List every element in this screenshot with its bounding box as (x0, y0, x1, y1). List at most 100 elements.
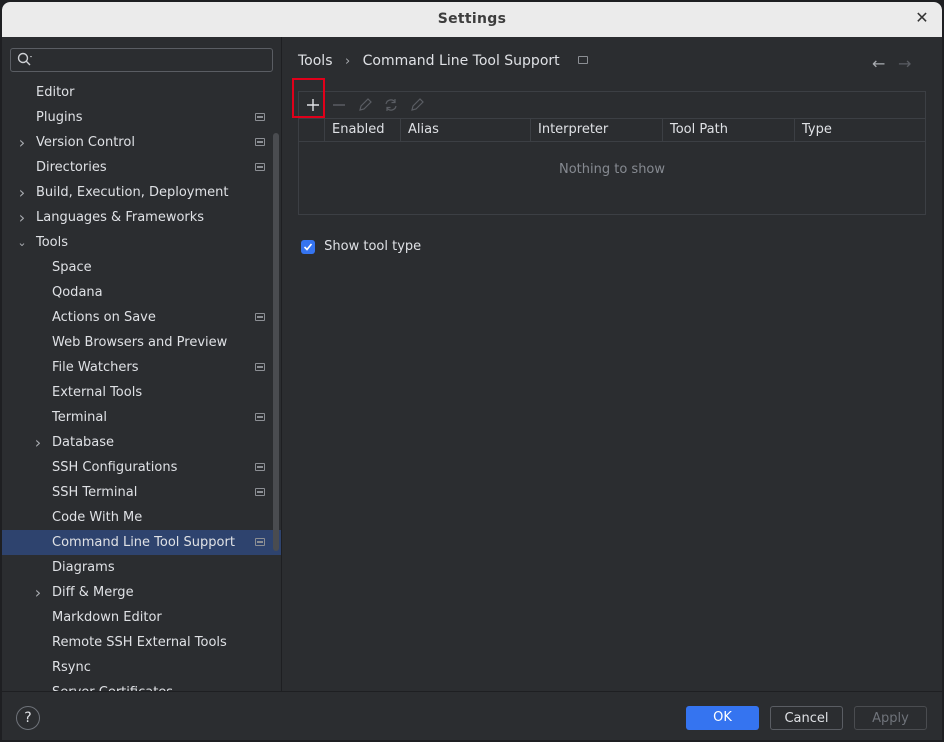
empty-table-text: Nothing to show (558, 162, 666, 177)
sidebar-item[interactable]: Qodana (2, 280, 281, 305)
sidebar-item[interactable]: Actions on Save (2, 305, 281, 330)
dialog-footer: ? OK Cancel Apply (2, 691, 942, 740)
table-header: Enabled Alias Interpreter Tool Path Type (299, 119, 925, 142)
sidebar-item[interactable]: SSH Configurations (2, 455, 281, 480)
window-title: Settings (437, 11, 507, 27)
close-icon[interactable]: ✕ (914, 10, 930, 26)
pin-icon (255, 113, 265, 121)
sidebar-item-label: Rsync (52, 660, 91, 675)
apply-button[interactable]: Apply (854, 706, 927, 730)
highlight-box (292, 78, 325, 118)
sidebar-item[interactable]: › Build, Execution, Deployment (2, 180, 281, 205)
sidebar-item-label: Editor (36, 85, 75, 100)
pin-icon (255, 313, 265, 321)
sidebar-item-label: Code With Me (52, 510, 143, 525)
sidebar-item-label: Markdown Editor (52, 610, 162, 625)
sidebar-item[interactable]: Rsync (2, 655, 281, 680)
pin-icon (255, 138, 265, 146)
sidebar-item[interactable]: Command Line Tool Support (2, 530, 281, 555)
title-bar: Settings ✕ (2, 2, 942, 37)
sidebar-item[interactable]: Diagrams (2, 555, 281, 580)
column-alias[interactable]: Alias (400, 119, 530, 141)
cancel-button[interactable]: Cancel (770, 706, 843, 730)
checkmark-icon (303, 242, 313, 251)
chevron-right-icon[interactable]: › (32, 580, 44, 605)
ok-button[interactable]: OK (686, 706, 759, 730)
breadcrumb-separator: › (344, 53, 351, 69)
sidebar-item[interactable]: Web Browsers and Preview (2, 330, 281, 355)
sidebar-item-label: SSH Terminal (52, 485, 138, 500)
help-button[interactable]: ? (16, 706, 40, 730)
sidebar-item-label: Web Browsers and Preview (52, 335, 228, 350)
sidebar-item[interactable]: Editor (2, 80, 281, 105)
pin-icon (255, 163, 265, 171)
pin-icon (578, 56, 589, 64)
chevron-right-icon[interactable]: › (16, 180, 28, 205)
sidebar-item[interactable]: SSH Terminal (2, 480, 281, 505)
sidebar-item[interactable]: Space (2, 255, 281, 280)
sidebar-item-label: Terminal (52, 410, 107, 425)
sidebar-item-label: Actions on Save (52, 310, 156, 325)
settings-sidebar: Editor Plugins › Version Control Directories… (2, 37, 282, 691)
sidebar-item[interactable]: › Diff & Merge (2, 580, 281, 605)
chevron-right-icon[interactable]: › (16, 130, 28, 155)
show-tool-type-option[interactable]: Show tool type (301, 239, 421, 257)
sidebar-item[interactable]: Code With Me (2, 505, 281, 530)
sidebar-item-label: Database (52, 435, 115, 450)
sidebar-item[interactable]: Directories (2, 155, 281, 180)
refresh-icon[interactable] (381, 95, 401, 115)
sidebar-item[interactable]: Markdown Editor (2, 605, 281, 630)
sidebar-item[interactable]: › Languages & Frameworks (2, 205, 281, 230)
sidebar-item-label: Diff & Merge (52, 585, 134, 600)
settings-window: Settings ✕ Editor Plugins › Version Control… (2, 2, 942, 740)
sidebar-item[interactable]: Plugins (2, 105, 281, 130)
sidebar-item-label: Languages & Frameworks (36, 210, 205, 225)
sidebar-item[interactable]: › Version Control (2, 130, 281, 155)
column-type[interactable]: Type (794, 119, 925, 141)
sidebar-item[interactable]: Server Certificates (2, 680, 281, 691)
show-tool-type-label: Show tool type (324, 239, 422, 254)
sidebar-item-label: Space (52, 260, 92, 275)
search-input[interactable] (10, 48, 273, 72)
sidebar-item[interactable]: File Watchers (2, 355, 281, 380)
sidebar-item[interactable]: Remote SSH External Tools (2, 630, 281, 655)
table-toolbar (299, 92, 925, 119)
pin-icon (255, 463, 265, 471)
pin-icon (255, 538, 265, 546)
sidebar-item-label: Build, Execution, Deployment (36, 185, 229, 200)
sidebar-item-label: File Watchers (52, 360, 139, 375)
chevron-right-icon[interactable]: › (32, 430, 44, 455)
search-icon (17, 52, 32, 66)
column-enabled[interactable]: Enabled (324, 119, 400, 141)
breadcrumb-parent[interactable]: Tools (298, 53, 333, 69)
column-tool-path[interactable]: Tool Path (662, 119, 794, 141)
column-interpreter[interactable]: Interpreter (530, 119, 662, 141)
settings-content: Tools › Command Line Tool Support ← → En… (282, 37, 942, 691)
sidebar-item-label: Server Certificates (52, 680, 173, 691)
edit-alias-icon[interactable] (407, 95, 427, 115)
sidebar-item-label: Command Line Tool Support (52, 535, 235, 550)
breadcrumb: Tools › Command Line Tool Support (298, 53, 589, 69)
edit-icon[interactable] (355, 95, 375, 115)
sidebar-item-label: Directories (36, 160, 107, 175)
sidebar-item[interactable]: ⌄ Tools (2, 230, 281, 255)
sidebar-item-label: Tools (36, 235, 69, 250)
tools-table-panel: Enabled Alias Interpreter Tool Path Type… (298, 91, 926, 215)
chevron-down-icon[interactable]: ⌄ (16, 230, 28, 255)
pin-icon (255, 363, 265, 371)
sidebar-item[interactable]: External Tools (2, 380, 281, 405)
chevron-right-icon[interactable]: › (16, 205, 28, 230)
sidebar-item-label: Remote SSH External Tools (52, 635, 227, 650)
sidebar-item-label: Version Control (36, 135, 135, 150)
arrow-right-icon[interactable]: → (898, 54, 911, 73)
show-tool-type-checkbox[interactable] (301, 239, 315, 254)
sidebar-item[interactable]: › Database (2, 430, 281, 455)
sidebar-scrollbar[interactable] (273, 133, 279, 551)
pin-icon (255, 413, 265, 421)
sidebar-item-label: Qodana (52, 285, 103, 300)
breadcrumb-current: Command Line Tool Support (362, 53, 560, 69)
sidebar-item[interactable]: Terminal (2, 405, 281, 430)
arrow-left-icon[interactable]: ← (872, 54, 885, 73)
sidebar-item-label: SSH Configurations (52, 460, 178, 475)
remove-icon[interactable] (329, 95, 349, 115)
